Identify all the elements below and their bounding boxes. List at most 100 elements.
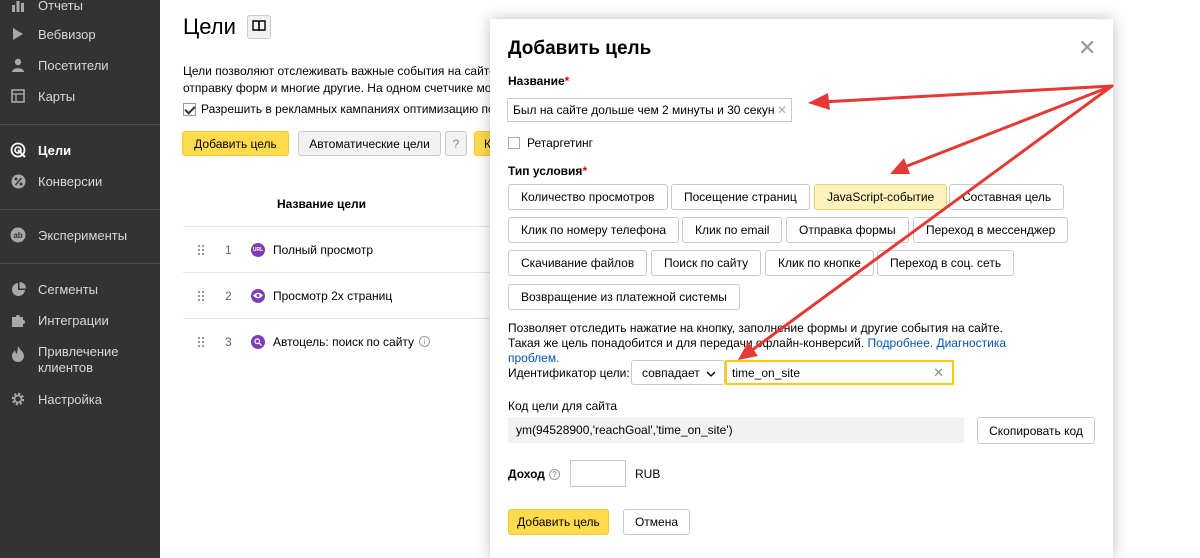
sidebar-item-integrations[interactable]: Интеграции — [0, 308, 160, 332]
condition-phone-click[interactable]: Клик по номеру телефона — [508, 217, 680, 243]
page-description-line: отправку форм и многие другие. На одном … — [183, 81, 492, 95]
help-icon[interactable]: ? — [548, 468, 560, 480]
condition-email-click[interactable]: Клик по email — [682, 217, 783, 243]
info-icon[interactable]: i — [419, 336, 431, 347]
sidebar-item-visitors[interactable]: Посетители — [0, 53, 160, 77]
row-number: 3 — [225, 334, 232, 349]
sidebar-item-label: Конверсии — [38, 173, 103, 189]
sidebar-item-experiments[interactable]: ab Эксперименты — [0, 223, 160, 247]
target-icon — [10, 142, 26, 158]
required-mark: * — [564, 74, 570, 88]
row-number: 1 — [225, 242, 232, 257]
bar-chart-icon — [10, 0, 26, 13]
condition-site-search[interactable]: Поиск по сайту — [651, 250, 762, 276]
checkbox-checked[interactable] — [183, 102, 196, 116]
checkbox-label: Разрешить в рекламных кампаниях оптимиза… — [201, 102, 495, 116]
table-row[interactable]: 1 URL Полный просмотр — [183, 226, 490, 272]
sidebar-item-goals[interactable]: Цели — [0, 138, 160, 162]
sidebar-item-segments[interactable]: Сегменты — [0, 277, 160, 301]
add-goal-dialog: Добавить цель ✕ Название* Был на сайте д… — [490, 19, 1113, 558]
sidebar-item-acquisition[interactable]: Привлечение клиентов — [0, 344, 160, 378]
table-row[interactable]: 3 Автоцель: поиск по сайту i — [183, 318, 490, 364]
book-icon — [252, 19, 266, 35]
chevron-down-icon — [706, 366, 716, 380]
condition-payment-return[interactable]: Возвращение из платежной системы — [508, 284, 740, 310]
income-label: Доход ? — [508, 467, 560, 481]
condition-form-submit[interactable]: Отправка формы — [786, 217, 909, 243]
sidebar-item-label: Интеграции — [38, 312, 109, 328]
auto-goals-button[interactable]: Автоматические цели — [298, 131, 441, 156]
condition-composite[interactable]: Составная цель — [949, 184, 1065, 210]
flame-icon — [10, 346, 26, 362]
eye-goal-icon — [251, 288, 265, 303]
sidebar-item-webvisor[interactable]: Вебвизор — [0, 22, 160, 46]
table-header-name: Название цели — [277, 197, 367, 211]
goal-name[interactable]: Автоцель: поиск по сайту — [273, 335, 414, 349]
table-row[interactable]: 2 Просмотр 2х страниц — [183, 272, 490, 318]
svg-text:ab: ab — [13, 231, 22, 240]
retargeting-checkbox[interactable]: Ретаргетинг — [508, 136, 593, 150]
name-label-text: Название — [508, 74, 565, 88]
sidebar-item-reports[interactable]: Отчеты — [0, 0, 160, 17]
drag-handle-icon[interactable] — [197, 289, 205, 302]
user-icon — [10, 57, 26, 73]
sidebar-item-label: Эксперименты — [38, 227, 128, 243]
add-goal-button[interactable]: Добавить цель — [508, 509, 609, 535]
dialog-title: Добавить цель — [508, 38, 652, 59]
sidebar-item-settings[interactable]: Настройка — [0, 387, 160, 411]
match-select[interactable]: совпадает — [631, 360, 725, 385]
condition-pageviews[interactable]: Количество просмотров — [508, 184, 668, 210]
goal-name[interactable]: Полный просмотр — [273, 243, 373, 257]
goal-name[interactable]: Просмотр 2х страниц — [273, 289, 392, 303]
sidebar-item-label: Настройка — [38, 391, 102, 407]
row-number: 2 — [225, 288, 232, 303]
search-goal-icon — [251, 334, 265, 349]
goal-code-value: ym(94528900,'reachGoal','time_on_site') — [516, 423, 733, 437]
condition-messenger[interactable]: Переход в мессенджер — [913, 217, 1069, 243]
clear-icon[interactable]: ✕ — [933, 365, 944, 381]
page-description: Цели позволяют отслеживать важные событи… — [183, 63, 513, 97]
condition-label: Тип условия* — [508, 164, 587, 178]
condition-button-click[interactable]: Клик по кнопке — [765, 250, 874, 276]
condition-social[interactable]: Переход в соц. сеть — [877, 250, 1015, 276]
sidebar-divider — [0, 209, 160, 210]
goal-id-input[interactable]: time_on_site ✕ — [725, 360, 954, 385]
help-button[interactable]: ? — [445, 131, 467, 156]
sidebar-item-label: Сегменты — [38, 281, 99, 297]
ad-optimization-checkbox[interactable]: Разрешить в рекламных кампаниях оптимиза… — [183, 102, 503, 116]
clear-icon[interactable]: ✕ — [777, 103, 787, 117]
drag-handle-icon[interactable] — [197, 335, 205, 348]
sidebar-item-label: Вебвизор — [38, 26, 96, 42]
goal-name-value: Был на сайте дольше чем 2 минуты и 30 се… — [513, 103, 775, 117]
income-input[interactable] — [570, 460, 626, 487]
page-description-line: Цели позволяют отслеживать важные событи… — [183, 64, 500, 78]
condition-file-download[interactable]: Скачивание файлов — [508, 250, 648, 276]
sidebar-divider — [0, 263, 160, 264]
condition-js-event[interactable]: JavaScript-событие — [814, 184, 948, 210]
url-goal-icon: URL — [251, 242, 265, 257]
goal-name-input[interactable]: Был на сайте дольше чем 2 минуты и 30 се… — [507, 98, 792, 122]
sidebar-item-conversions[interactable]: Конверсии — [0, 169, 160, 193]
checkbox-unchecked[interactable] — [508, 137, 520, 149]
goal-id-value: time_on_site — [732, 365, 801, 380]
close-icon[interactable]: ✕ — [1078, 37, 1096, 59]
pie-icon — [10, 281, 26, 297]
more-link[interactable]: Подробнее. — [868, 336, 934, 350]
page-title: Цели — [183, 14, 236, 39]
sidebar: Отчеты Вебвизор Посетители Карты Цели Ко… — [0, 0, 160, 558]
puzzle-icon — [10, 312, 26, 328]
sidebar-item-label: Отчеты — [38, 0, 83, 13]
docs-button[interactable] — [247, 15, 271, 39]
play-icon — [10, 26, 26, 42]
goal-id-label: Идентификатор цели: — [508, 366, 630, 380]
add-goal-button-bg[interactable]: Добавить цель — [182, 131, 289, 156]
match-select-value: совпадает — [642, 365, 700, 380]
condition-page-visit[interactable]: Посещение страниц — [671, 184, 810, 210]
drag-handle-icon[interactable] — [197, 243, 205, 256]
sidebar-item-label: Привлечение клиентов — [38, 344, 119, 375]
sidebar-item-label: Посетители — [38, 57, 109, 73]
cancel-button[interactable]: Отмена — [623, 509, 690, 535]
sidebar-item-maps[interactable]: Карты — [0, 84, 160, 108]
copy-code-button[interactable]: Скопировать код — [977, 417, 1095, 444]
truncated-button[interactable]: К — [474, 131, 490, 156]
